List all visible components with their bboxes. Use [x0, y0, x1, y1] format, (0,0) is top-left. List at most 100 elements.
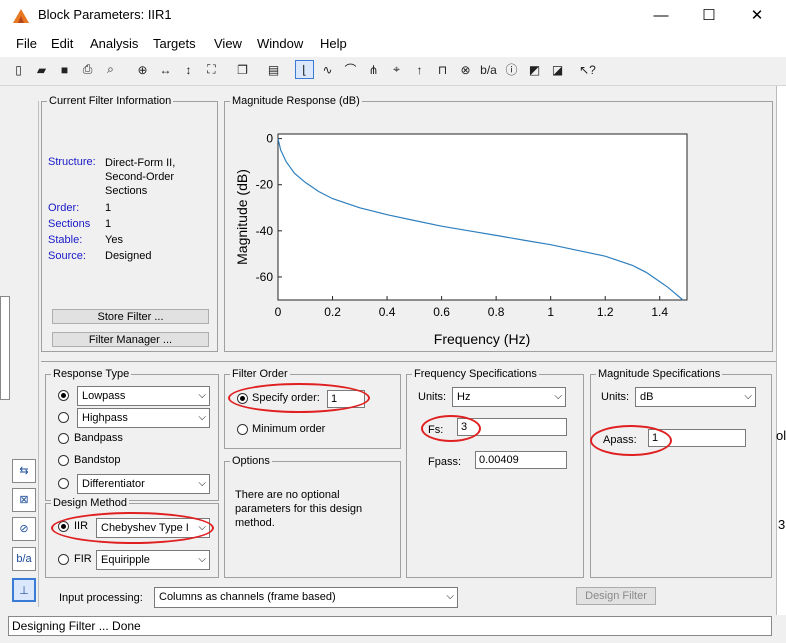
new-window-icon[interactable]: ❐ — [233, 60, 252, 79]
chevron-down-icon: ⌵ — [198, 390, 206, 401]
zoom-y-icon[interactable]: ↕ — [179, 60, 198, 79]
menu-help[interactable]: Help — [320, 36, 347, 51]
realize-model-icon[interactable]: ⊘ — [12, 517, 36, 541]
annotation-circle — [228, 383, 370, 413]
background-fragment: 3 — [778, 517, 786, 532]
y-axis-label: Magnitude (dB) — [234, 169, 250, 265]
panel-title: Current Filter Information — [47, 95, 174, 108]
panel-title: Response Type — [51, 368, 132, 381]
close-button[interactable]: ✕ — [734, 0, 780, 31]
bandpass-label: Bandpass — [74, 432, 123, 444]
mag-units-label: Units: — [601, 391, 630, 403]
print-icon[interactable]: ⎙ — [78, 60, 97, 79]
fir-label: FIR — [74, 553, 92, 565]
y-tick-label: 0 — [266, 132, 273, 146]
source-value: Designed — [105, 250, 152, 262]
minimum-order-radio[interactable] — [237, 424, 248, 435]
pole-zero-editor-icon[interactable]: b/a — [12, 547, 36, 571]
title-bar: Block Parameters: IIR1 — ☐ ✕ — [0, 0, 786, 31]
y-tick-label: -20 — [256, 178, 274, 192]
chevron-down-icon: ⌵ — [198, 478, 206, 489]
coefficients-icon[interactable]: b/a — [479, 60, 498, 79]
store-filter-button[interactable]: Store Filter ... — [52, 309, 209, 324]
minimize-button[interactable]: — — [638, 0, 684, 31]
x-tick-label: 0.4 — [379, 305, 396, 319]
noise-power-icon[interactable]: ◪ — [548, 60, 567, 79]
chevron-down-icon: ⌵ — [554, 391, 562, 402]
menu-bar: File Edit Analysis Targets View Window H… — [0, 31, 786, 57]
highpass-radio[interactable] — [58, 412, 69, 423]
pole-zero-icon[interactable]: ⊗ — [456, 60, 475, 79]
panel-title: Magnitude Specifications — [596, 368, 723, 381]
step-response-icon[interactable]: ⊓ — [433, 60, 452, 79]
stable-label: Stable: — [48, 234, 83, 246]
x-tick-label: 1.2 — [597, 305, 614, 319]
x-tick-label: 1.4 — [651, 305, 668, 319]
lowpass-radio[interactable] — [58, 390, 69, 401]
differentiator-select[interactable]: Differentiator ⌵ — [77, 474, 210, 494]
sections-value: 1 — [105, 218, 112, 230]
group-delay-icon[interactable]: ⋔ — [364, 60, 383, 79]
highpass-select[interactable]: Highpass ⌵ — [77, 408, 210, 428]
annotation-circle — [590, 425, 672, 456]
menu-analysis[interactable]: Analysis — [90, 36, 138, 51]
x-tick-label: 0.2 — [324, 305, 341, 319]
menu-edit[interactable]: Edit — [51, 36, 73, 51]
filter-spec-icon[interactable]: ▤ — [264, 60, 283, 79]
maximize-button[interactable]: ☐ — [686, 0, 732, 31]
freq-units-select[interactable]: Hz ⌵ — [452, 387, 566, 407]
magnitude-phase-icon[interactable]: ⌒ — [341, 60, 360, 79]
filter-manager-button[interactable]: Filter Manager ... — [52, 332, 209, 347]
impulse-response-icon[interactable]: ↑ — [410, 60, 429, 79]
bandstop-radio[interactable] — [58, 455, 69, 466]
transform-filter-icon[interactable]: ⇆ — [12, 459, 36, 483]
fir-method-select[interactable]: Equiripple ⌵ — [96, 550, 210, 570]
x-tick-label: 0 — [275, 305, 282, 319]
panel-title: Options — [230, 455, 272, 468]
sections-label: Sections — [48, 218, 91, 230]
panel-title: Design Method — [51, 497, 129, 510]
magnitude-response-icon[interactable]: ⌊ — [295, 60, 314, 79]
x-tick-label: 0.8 — [488, 305, 505, 319]
differentiator-radio[interactable] — [58, 478, 69, 489]
new-file-icon[interactable]: ▯ — [9, 60, 28, 79]
print-preview-icon[interactable]: ⌕ — [101, 60, 120, 79]
input-processing-label: Input processing: — [59, 592, 143, 604]
filter-info-icon[interactable]: ⓘ — [502, 60, 521, 79]
menu-view[interactable]: View — [214, 36, 242, 51]
open-folder-icon[interactable]: ▰ — [32, 60, 51, 79]
input-processing-select[interactable]: Columns as channels (frame based) ⌵ — [154, 587, 458, 608]
menu-file[interactable]: File — [16, 36, 37, 51]
menu-window[interactable]: Window — [257, 36, 303, 51]
chevron-down-icon: ⌵ — [744, 391, 752, 402]
divider — [41, 361, 776, 362]
freq-units-label: Units: — [418, 391, 447, 403]
menu-targets[interactable]: Targets — [153, 36, 196, 51]
whats-this-help-icon[interactable]: ↖? — [578, 60, 597, 79]
phase-response-icon[interactable]: ∿ — [318, 60, 337, 79]
lowpass-select[interactable]: Lowpass ⌵ — [77, 386, 210, 406]
phase-delay-icon[interactable]: ⌖ — [387, 60, 406, 79]
design-filter-icon[interactable]: ⊥ — [12, 578, 36, 602]
save-icon[interactable]: ■ — [55, 60, 74, 79]
mag-units-select[interactable]: dB ⌵ — [635, 387, 756, 407]
fpass-input[interactable]: 0.00409 — [475, 451, 567, 469]
y-tick-label: -40 — [256, 224, 274, 238]
bandpass-radio[interactable] — [58, 433, 69, 444]
x-tick-label: 1 — [547, 305, 554, 319]
zoom-in-icon[interactable]: ⊕ — [133, 60, 152, 79]
minimum-order-label: Minimum order — [252, 423, 326, 435]
magnitude-estimate-icon[interactable]: ◩ — [525, 60, 544, 79]
background-fragment: ol — [776, 428, 786, 443]
panel-title: Magnitude Response (dB) — [230, 95, 362, 108]
panel-title: Filter Order — [230, 368, 290, 381]
x-tick-label: 0.6 — [433, 305, 450, 319]
chevron-down-icon: ⌵ — [198, 412, 206, 423]
toolbar: ▯ ▰ ■ ⎙ ⌕ ⊕ ↔ ↕ ⛶ ❐ ▤ ⌊ ∿ ⌒ ⋔ ⌖ ↑ ⊓ ⊗ b/… — [0, 57, 786, 86]
full-view-icon[interactable]: ⛶ — [202, 60, 221, 79]
create-multirate-icon[interactable]: ⊠ — [12, 488, 36, 512]
zoom-x-icon[interactable]: ↔ — [156, 60, 175, 79]
x-axis-label: Frequency (Hz) — [434, 331, 530, 347]
design-filter-button[interactable]: Design Filter — [576, 587, 656, 605]
fir-radio[interactable] — [58, 554, 69, 565]
